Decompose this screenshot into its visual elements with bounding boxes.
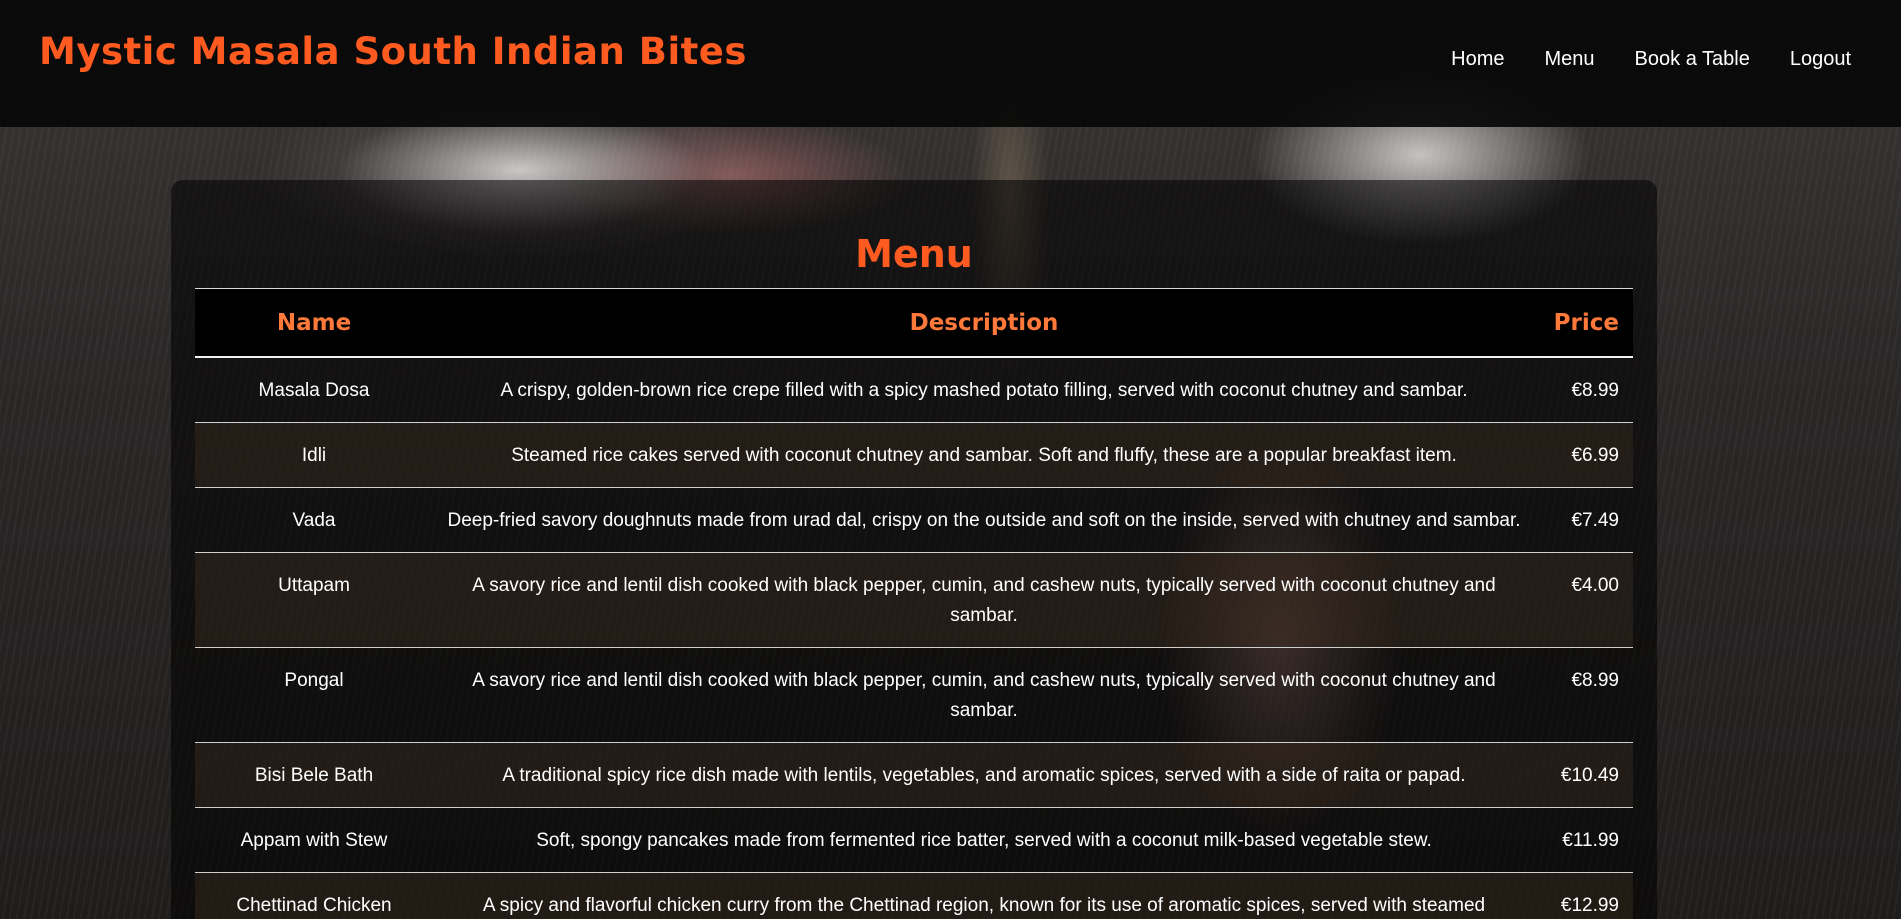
table-row: Bisi Bele Bath A traditional spicy rice … [195, 742, 1633, 808]
brand-title[interactable]: Mystic Masala South Indian Bites [39, 30, 747, 73]
item-name: Pongal [195, 647, 433, 743]
item-price: €8.99 [1535, 647, 1633, 743]
menu-table-header-row: Name Description Price [195, 288, 1633, 357]
table-row: Uttapam A savory rice and lentil dish co… [195, 552, 1633, 648]
item-description: A crispy, golden-brown rice crepe filled… [433, 357, 1535, 423]
column-header-name: Name [276, 309, 352, 336]
nav-logout-link[interactable]: Logout [1790, 48, 1851, 71]
nav-links: Home Menu Book a Table Logout [1451, 48, 1851, 71]
page-background: Mystic Masala South Indian Bites Home Me… [0, 0, 1901, 919]
item-name: Uttapam [195, 552, 433, 648]
item-name: Chettinad Chicken [195, 872, 433, 919]
column-header-description: Description [909, 309, 1059, 336]
item-price: €11.99 [1535, 807, 1633, 873]
item-description: A savory rice and lentil dish cooked wit… [433, 552, 1535, 648]
item-description: Deep-fried savory doughnuts made from ur… [433, 487, 1535, 553]
nav-menu-link[interactable]: Menu [1545, 48, 1595, 71]
item-description: A traditional spicy rice dish made with … [433, 742, 1535, 808]
item-description: A spicy and flavorful chicken curry from… [433, 872, 1535, 919]
table-row: Masala Dosa A crispy, golden-brown rice … [195, 357, 1633, 423]
item-name: Bisi Bele Bath [195, 742, 433, 808]
item-description: Steamed rice cakes served with coconut c… [433, 422, 1535, 488]
nav-book-table-link[interactable]: Book a Table [1635, 48, 1750, 71]
table-row: Pongal A savory rice and lentil dish coo… [195, 647, 1633, 743]
column-header-price: Price [1553, 309, 1619, 336]
navbar: Mystic Masala South Indian Bites Home Me… [0, 0, 1901, 127]
item-description: Soft, spongy pancakes made from fermente… [433, 807, 1535, 873]
menu-title: Menu [855, 232, 973, 276]
item-price: €6.99 [1535, 422, 1633, 488]
item-name: Vada [195, 487, 433, 553]
table-row: Appam with Stew Soft, spongy pancakes ma… [195, 807, 1633, 873]
item-price: €7.49 [1535, 487, 1633, 553]
item-description: A savory rice and lentil dish cooked wit… [433, 647, 1535, 743]
item-name: Masala Dosa [195, 357, 433, 423]
item-name: Appam with Stew [195, 807, 433, 873]
table-row: Idli Steamed rice cakes served with coco… [195, 422, 1633, 488]
table-row: Vada Deep-fried savory doughnuts made fr… [195, 487, 1633, 553]
menu-table: Name Description Price Masala Dosa A cri… [195, 288, 1633, 919]
item-price: €10.49 [1535, 742, 1633, 808]
table-row: Chettinad Chicken A spicy and flavorful … [195, 872, 1633, 919]
item-price: €12.99 [1535, 872, 1633, 919]
item-price: €8.99 [1535, 357, 1633, 423]
item-price: €4.00 [1535, 552, 1633, 648]
nav-home-link[interactable]: Home [1451, 48, 1504, 71]
item-name: Idli [195, 422, 433, 488]
menu-card: Menu Name Description Price Masala Dosa … [171, 180, 1657, 919]
